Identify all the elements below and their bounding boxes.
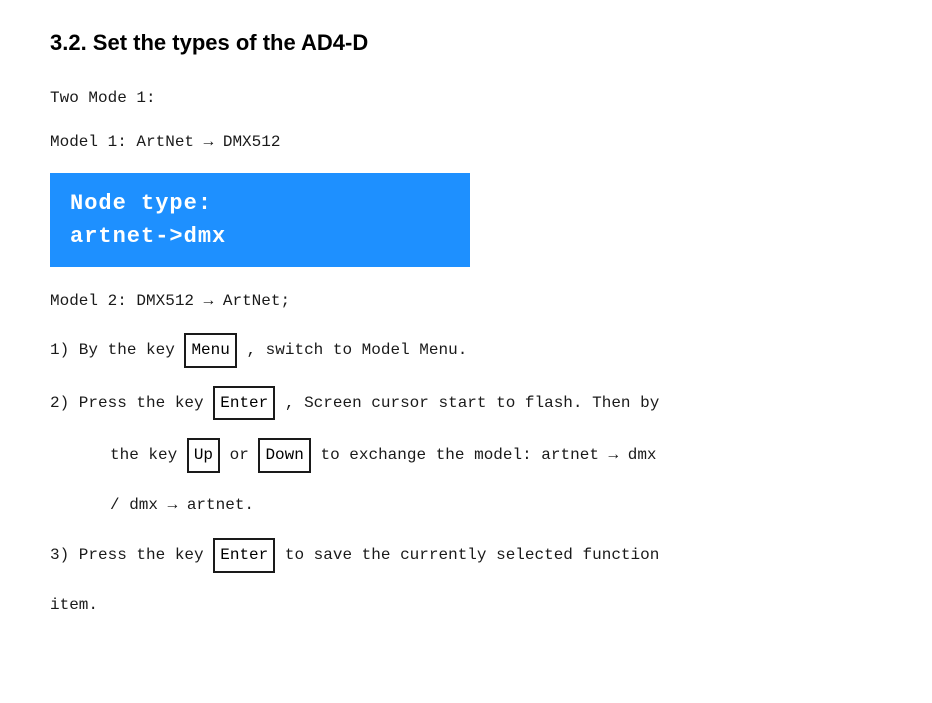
model1-label: Model 1: ArtNet xyxy=(50,133,194,151)
lcd-display: Node type: artnet->dmx xyxy=(50,173,470,267)
model2-label: Model 2: DMX512 xyxy=(50,292,194,310)
step2-indent2: / dmx → artnet. xyxy=(110,496,254,514)
lcd-line1: Node type: xyxy=(70,187,450,220)
step1-pre: 1) By the key xyxy=(50,341,175,359)
step2-line: 2) Press the key Enter , Screen cursor s… xyxy=(50,386,882,421)
up-key: Up xyxy=(187,438,220,473)
step2-indent-line1: the key Up or Down to exchange the model… xyxy=(110,438,882,473)
step2-mid: or xyxy=(230,446,259,464)
menu-key: Menu xyxy=(184,333,236,368)
page-title: 3.2. Set the types of the AD4-D xyxy=(50,30,882,56)
intro-text: Two Mode 1: xyxy=(50,86,882,112)
step2-indent-pre: the key xyxy=(110,446,177,464)
model1-line: Model 1: ArtNet → DMX512 xyxy=(50,130,882,156)
enter-key-2: Enter xyxy=(213,538,275,573)
step2-post: , Screen cursor start to flash. Then by xyxy=(285,394,659,412)
model2-line: Model 2: DMX512 → ArtNet; xyxy=(50,289,882,315)
down-key: Down xyxy=(258,438,310,473)
model2-value: ArtNet; xyxy=(223,292,290,310)
model1-arrow: → xyxy=(204,133,223,151)
step3-indent: item. xyxy=(50,591,882,620)
step1-post: , switch to Model Menu. xyxy=(246,341,467,359)
step2-post2: to exchange the model: artnet → dmx xyxy=(320,446,656,464)
step3-line: 3) Press the key Enter to save the curre… xyxy=(50,538,882,573)
step2-indent-line2: / dmx → artnet. xyxy=(110,491,882,520)
enter-key-1: Enter xyxy=(213,386,275,421)
step3-pre: 3) Press the key xyxy=(50,546,204,564)
model2-arrow: → xyxy=(204,292,214,310)
step3-post: to save the currently selected function xyxy=(285,546,659,564)
step3-item: item. xyxy=(50,596,98,614)
step2-pre: 2) Press the key xyxy=(50,394,204,412)
lcd-line2: artnet->dmx xyxy=(70,220,450,253)
model1-value: DMX512 xyxy=(223,133,281,151)
step1-line: 1) By the key Menu , switch to Model Men… xyxy=(50,333,882,368)
